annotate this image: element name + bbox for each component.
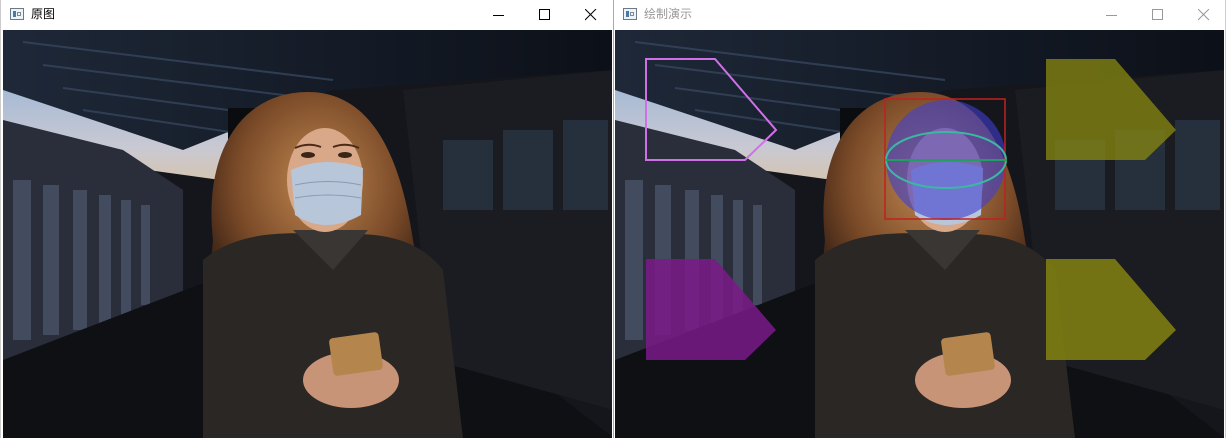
maximize-button[interactable] [522,0,568,30]
window-drawing-demo: 绘制演示 [614,0,1226,438]
maximize-icon [539,9,550,20]
minimize-button[interactable] [1089,0,1135,30]
image-canvas [615,30,1224,438]
close-button[interactable] [1181,0,1225,30]
minimize-icon [1106,15,1117,16]
app-window-icon [623,8,637,20]
close-icon [585,9,597,21]
close-button[interactable] [568,0,613,30]
window-title: 绘制演示 [644,7,693,21]
title-bar[interactable]: 绘制演示 [614,0,1225,30]
app-window-icon [10,8,24,20]
original-photo [3,30,612,438]
image-canvas [3,30,612,438]
title-bar[interactable]: 原图 [1,0,613,30]
minimize-icon [493,15,504,16]
drawing-demo-photo [615,30,1224,438]
window-title: 原图 [31,7,56,21]
maximize-icon [1152,9,1163,20]
minimize-button[interactable] [476,0,522,30]
maximize-button[interactable] [1135,0,1181,30]
window-original: 原图 [0,0,614,438]
close-icon [1198,9,1210,21]
